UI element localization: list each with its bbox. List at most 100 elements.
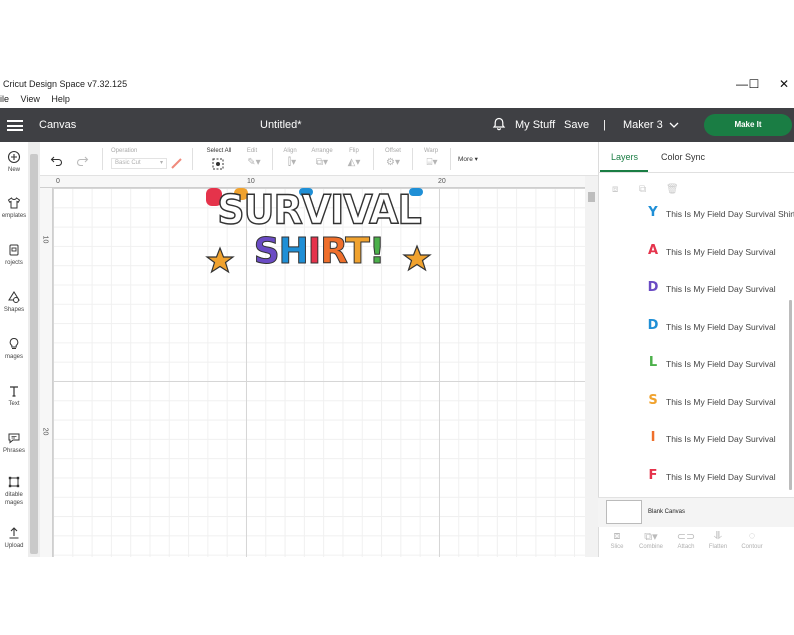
layer-name[interactable]: This Is My Field Day Survival: [666, 322, 776, 332]
menu-help[interactable]: Help: [51, 94, 70, 104]
shirt-icon: [0, 196, 28, 212]
tab-layers[interactable]: Layers: [611, 152, 638, 162]
combine-button[interactable]: ⧉▾ Combine: [634, 530, 668, 550]
layers-scroll-thumb[interactable]: [789, 300, 792, 490]
shirt-design[interactable]: SURVIVAL SHIRT!: [204, 188, 434, 283]
canvas-label: Canvas: [39, 119, 77, 131]
sidebar-label: Shapes: [3, 307, 25, 313]
editable-icon: [0, 475, 28, 491]
title-bar: Cricut Design Space v7.32.125 — ☐ ✕: [0, 74, 794, 94]
slice-label: Slice: [610, 544, 624, 550]
sidebar-item-text[interactable]: Text: [0, 384, 28, 408]
document-title[interactable]: Untitled*: [260, 119, 302, 131]
sidebar-item-images[interactable]: mages: [0, 337, 28, 361]
maximize-button[interactable]: ☐: [741, 76, 767, 92]
layer-name[interactable]: This Is My Field Day Survival: [666, 247, 776, 257]
blank-canvas-label: Blank Canvas: [648, 509, 686, 515]
sidebar-label: rojects: [5, 260, 23, 266]
app-header: Canvas Untitled* My Stuff Save | Maker 3…: [0, 108, 794, 142]
flatten-button[interactable]: ⥥ Flatten: [701, 530, 735, 550]
sidebar-label: emplates: [1, 213, 27, 219]
group-icon[interactable]: ⧈: [612, 184, 618, 195]
close-button[interactable]: ✕: [771, 76, 794, 92]
sidebar-item-templates[interactable]: emplates: [0, 196, 28, 220]
flatten-label: Flatten: [708, 544, 728, 550]
edit-icon[interactable]: ✎▾: [242, 157, 266, 168]
sidebar-item-projects[interactable]: rojects: [0, 243, 28, 267]
save-button[interactable]: Save: [564, 119, 589, 131]
warp-icon[interactable]: ⌸▾: [420, 157, 444, 168]
pen-color-icon[interactable]: [170, 156, 184, 174]
operation-label: Operation: [111, 148, 138, 154]
design-line-survival: SURVIVAL: [217, 188, 423, 234]
trash-icon[interactable]: 🗑: [666, 184, 679, 195]
operation-select[interactable]: Basic Cut ▾: [111, 158, 167, 169]
bulb-icon: [0, 337, 28, 353]
redo-icon[interactable]: [75, 153, 89, 171]
layer-name: This Is My Field Day Survival Shirt: [666, 209, 794, 219]
layer-thumbnail: D: [647, 318, 659, 333]
my-stuff-link[interactable]: My Stuff: [515, 119, 555, 131]
layer-name[interactable]: This Is My Field Day Survival: [666, 472, 776, 482]
canvas-scroll-thumb[interactable]: [588, 192, 595, 202]
sidebar-item-phrases[interactable]: Phrases: [0, 431, 28, 455]
text-icon: [0, 384, 28, 400]
speech-icon: [0, 431, 28, 447]
offset-icon[interactable]: ⚙▾: [381, 157, 405, 168]
ruler-tick-label: 0: [56, 178, 60, 185]
tab-divider: [598, 172, 794, 173]
sidebar-item-upload[interactable]: Upload: [0, 526, 28, 550]
arrange-icon[interactable]: ⧉▾: [310, 157, 334, 168]
blank-canvas-swatch[interactable]: [606, 500, 642, 524]
layer-thumbnail: L: [648, 355, 658, 370]
window-title: Cricut Design Space v7.32.125: [3, 79, 128, 89]
select-all-label: Select All: [206, 148, 232, 154]
attach-icon: ⊂⊃: [676, 531, 696, 543]
make-it-button[interactable]: Make It: [704, 114, 792, 136]
layer-thumbnail: Y: [648, 205, 658, 220]
flip-icon[interactable]: ◭▾: [342, 157, 366, 168]
hamburger-menu-icon[interactable]: [7, 120, 23, 131]
flatten-icon: ⥥: [714, 530, 722, 542]
contour-label: Contour: [741, 544, 763, 550]
layer-thumbnail: D: [647, 280, 659, 295]
contour-button[interactable]: ◌ Contour: [735, 530, 769, 550]
layer-thumbnail: A: [647, 243, 659, 258]
sidebar-item-shapes[interactable]: Shapes: [0, 290, 28, 314]
layer-name[interactable]: This Is My Field Day Survival: [666, 284, 776, 294]
upload-icon: [0, 526, 28, 542]
sidebar-item-new[interactable]: New: [0, 150, 28, 174]
menu-view[interactable]: View: [21, 94, 40, 104]
layer-name[interactable]: This Is My Field Day Survival: [666, 359, 776, 369]
layer-thumbnail: F: [648, 468, 658, 483]
layer-name[interactable]: This Is My Field Day Survival: [666, 434, 776, 444]
menu-file[interactable]: ile: [0, 94, 9, 104]
tab-color-sync[interactable]: Color Sync: [661, 152, 705, 162]
more-button[interactable]: More ▾: [458, 155, 478, 163]
select-all-icon[interactable]: [211, 157, 225, 176]
combine-icon: ⧉▾: [644, 531, 658, 543]
canvas-scrollbar[interactable]: [585, 176, 598, 557]
contour-icon: ◌: [748, 530, 756, 542]
align-label: Align: [283, 148, 297, 154]
slice-icon: ⧈: [613, 530, 621, 542]
sidebar-scroll-thumb[interactable]: [30, 154, 38, 554]
align-icon[interactable]: ⫿▾: [280, 157, 304, 168]
attach-label: Attach: [677, 544, 695, 550]
ruler-tick-label: 10: [41, 235, 49, 244]
duplicate-icon[interactable]: ⧉: [639, 184, 646, 195]
header-separator: |: [603, 119, 606, 131]
chevron-down-icon[interactable]: [669, 120, 679, 132]
attach-button[interactable]: ⊂⊃ Attach: [669, 530, 703, 550]
bell-icon[interactable]: [492, 117, 506, 134]
sidebar-label: Text: [8, 401, 20, 407]
warp-label: Warp: [423, 148, 439, 154]
sidebar-item-editable-images[interactable]: ditable mages: [0, 475, 28, 507]
slice-button[interactable]: ⧈ Slice: [600, 530, 634, 550]
layer-name[interactable]: This Is My Field Day Survival: [666, 397, 776, 407]
machine-selector[interactable]: Maker 3: [623, 119, 663, 131]
ruler-top: 0 10 20: [40, 176, 585, 188]
projects-icon: [0, 243, 28, 259]
undo-icon[interactable]: [50, 153, 64, 171]
sidebar-label: New: [7, 167, 20, 173]
